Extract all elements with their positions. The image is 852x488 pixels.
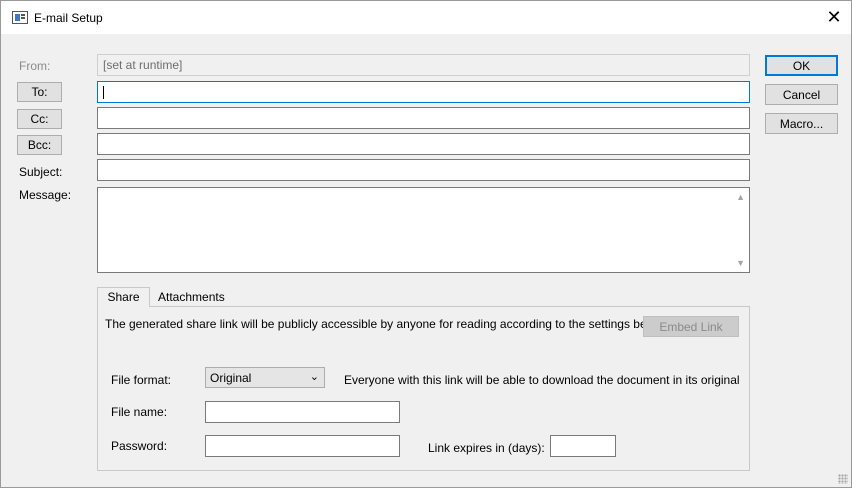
scroll-down-icon[interactable]: ▼ bbox=[736, 258, 745, 268]
ok-button[interactable]: OK bbox=[765, 55, 838, 76]
subject-field[interactable] bbox=[97, 159, 750, 181]
text-caret bbox=[103, 86, 104, 100]
share-info-text: The generated share link will be publicl… bbox=[105, 317, 668, 331]
tab-attachments[interactable]: Attachments bbox=[150, 288, 233, 307]
from-label: From: bbox=[19, 59, 51, 73]
scroll-up-icon[interactable]: ▲ bbox=[736, 192, 745, 202]
cc-field[interactable] bbox=[97, 107, 750, 129]
subject-label: Subject: bbox=[19, 165, 63, 179]
message-textarea[interactable]: ▲ ▼ bbox=[97, 187, 750, 273]
window-title: E-mail Setup bbox=[34, 11, 103, 25]
bcc-button[interactable]: Bcc: bbox=[17, 135, 62, 155]
message-label: Message: bbox=[19, 188, 72, 202]
from-field: [set at runtime] bbox=[97, 54, 750, 76]
resize-grip-icon[interactable] bbox=[838, 474, 848, 484]
cancel-button[interactable]: Cancel bbox=[765, 84, 838, 105]
link-expires-field[interactable] bbox=[550, 435, 616, 457]
link-expires-label: Link expires in (days): bbox=[428, 441, 545, 455]
chevron-down-icon: ⌄ bbox=[309, 371, 319, 383]
to-button[interactable]: To: bbox=[17, 82, 62, 102]
file-format-select[interactable]: Original ⌄ bbox=[205, 367, 325, 388]
to-field[interactable] bbox=[97, 81, 750, 103]
file-format-label: File format: bbox=[111, 373, 172, 387]
app-window-icon bbox=[12, 11, 28, 24]
close-icon[interactable]: ✕ bbox=[817, 1, 851, 34]
password-label: Password: bbox=[111, 439, 168, 453]
email-setup-window: E-mail Setup ✕ From: [set at runtime] To… bbox=[0, 0, 852, 488]
bcc-field[interactable] bbox=[97, 133, 750, 155]
cc-button[interactable]: Cc: bbox=[17, 109, 62, 129]
title-bar: E-mail Setup ✕ bbox=[1, 1, 851, 34]
file-format-note: Everyone with this link will be able to … bbox=[344, 373, 740, 387]
macro-button[interactable]: Macro... bbox=[765, 113, 838, 134]
tab-share[interactable]: Share bbox=[97, 287, 150, 307]
file-name-field[interactable] bbox=[205, 401, 400, 423]
password-field[interactable] bbox=[205, 435, 400, 457]
file-name-label: File name: bbox=[111, 405, 168, 419]
embed-link-button: Embed Link bbox=[643, 316, 739, 337]
file-format-value: Original bbox=[210, 371, 252, 385]
